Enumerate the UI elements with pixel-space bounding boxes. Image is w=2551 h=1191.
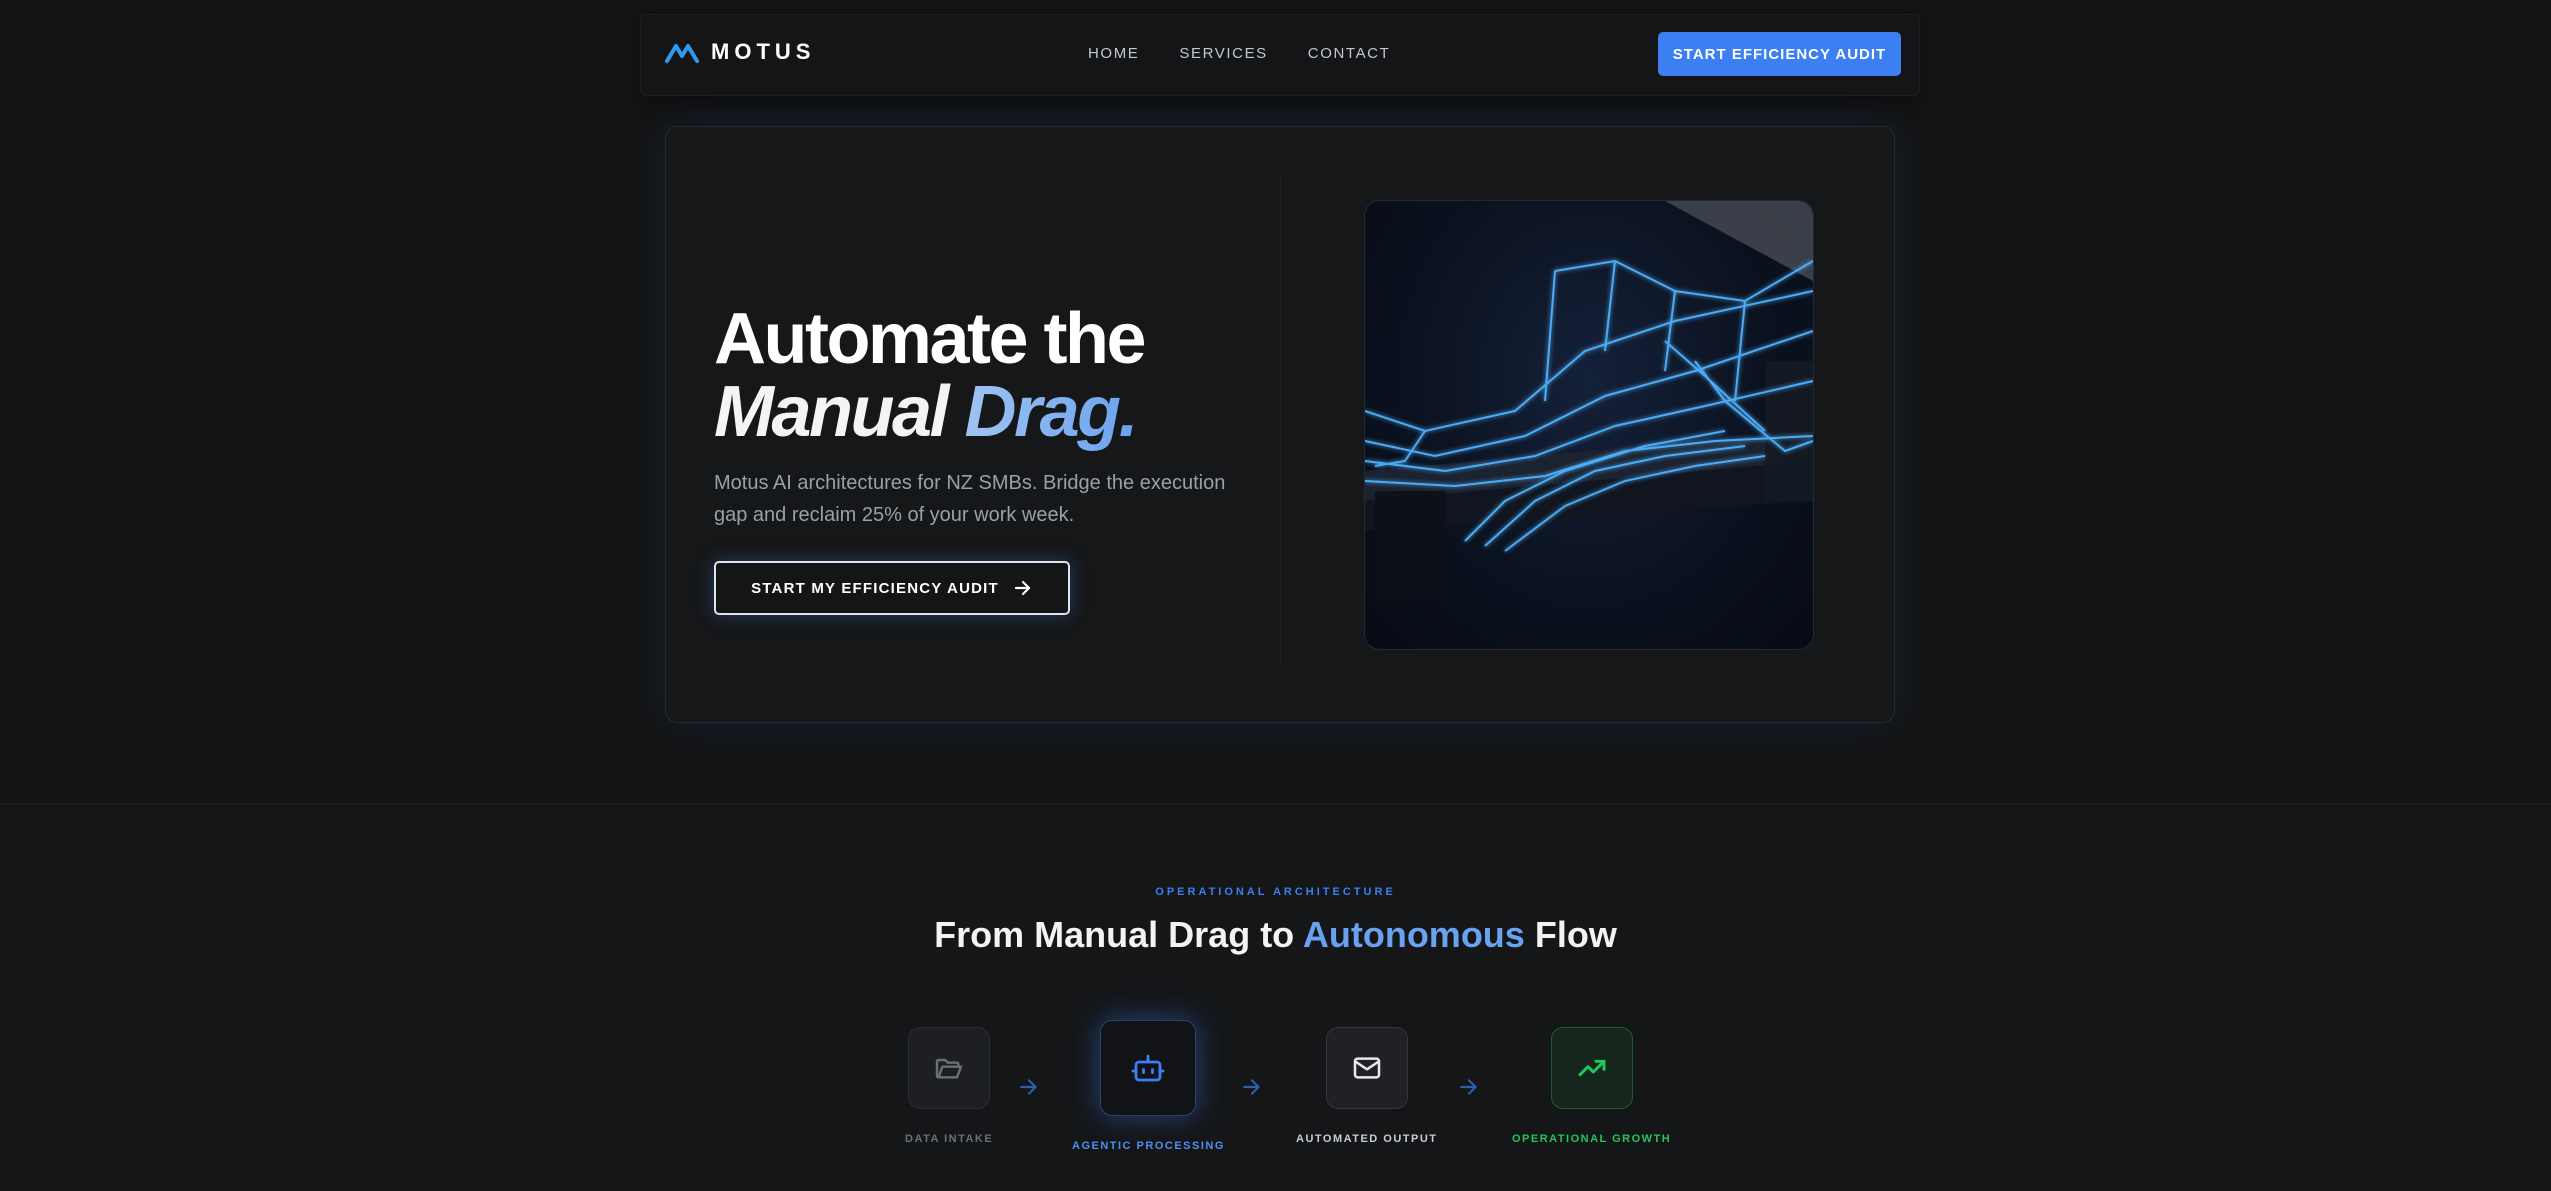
hero-subtext: Motus AI architectures for NZ SMBs. Brid… (714, 472, 1226, 526)
step-box (1550, 1027, 1633, 1109)
brand-name: MOTUS (711, 39, 816, 64)
start-my-efficiency-audit-button[interactable]: START MY EFFICIENCY AUDIT (714, 561, 1070, 615)
step-box (908, 1027, 991, 1109)
arrow-right-icon (1243, 1079, 1260, 1095)
section-title-accent: Autonomous (1302, 914, 1525, 955)
step-label: AGENTIC PROCESSING (1072, 1140, 1225, 1152)
top-navbar: MOTUS HOME SERVICES CONTACT START EFFICI… (640, 14, 1920, 96)
hero-headline-drag: Drag. (964, 372, 1139, 452)
step-label: AUTOMATED OUTPUT (1296, 1133, 1438, 1145)
mail-icon (1353, 1057, 1381, 1079)
step-label: DATA INTAKE (905, 1133, 994, 1145)
start-efficiency-audit-button[interactable]: START EFFICIENCY AUDIT (1658, 32, 1901, 76)
nav-links: HOME SERVICES CONTACT (1088, 45, 1390, 62)
hero-button-label: START MY EFFICIENCY AUDIT (751, 579, 999, 597)
hero-headline: Automate the Manual Drag. (714, 299, 1147, 449)
flow-step-data-intake: DATA INTAKE (905, 1027, 993, 1145)
robot-icon (1132, 1054, 1165, 1082)
motus-logo-icon (665, 44, 699, 63)
flow-step-operational-growth: OPERATIONAL GROWTH (1512, 1027, 1671, 1145)
nav-link-home[interactable]: HOME (1088, 45, 1139, 62)
section-eyebrow: OPERATIONAL ARCHITECTURE (1155, 886, 1396, 898)
hero-divider (1280, 177, 1281, 667)
section-title-part1: From Manual Drag to (934, 914, 1295, 955)
folder-open-icon (935, 1058, 963, 1079)
step-box (1325, 1027, 1408, 1109)
flow-step-automated-output: AUTOMATED OUTPUT (1296, 1027, 1438, 1145)
step-box (1100, 1020, 1197, 1116)
flow-step-agentic-processing: AGENTIC PROCESSING (1072, 1020, 1225, 1152)
neon-wireframe-architecture-image (1364, 200, 1814, 650)
hero-headline-manual: Manual (714, 372, 950, 452)
arrow-right-icon (1020, 1079, 1037, 1095)
hero-card: Automate the Manual Drag. Motus AI archi… (665, 126, 1895, 723)
nav-link-contact[interactable]: CONTACT (1308, 45, 1391, 62)
nav-link-services[interactable]: SERVICES (1179, 45, 1267, 62)
operational-architecture-section: OPERATIONAL ARCHITECTURE From Manual Dra… (0, 803, 2551, 1191)
hero-headline-line2: Manual Drag. (714, 375, 1144, 449)
brand-logo[interactable]: MOTUS (665, 39, 815, 65)
arrow-right-icon (1460, 1079, 1477, 1095)
section-title-part2: Flow (1534, 914, 1617, 955)
step-label: OPERATIONAL GROWTH (1512, 1133, 1672, 1145)
hero-headline-line1: Automate the (714, 299, 1147, 379)
section-title: From Manual Drag to Autonomous Flow (0, 914, 2551, 956)
trending-up-icon (1578, 1059, 1606, 1077)
arrow-right-icon (1014, 580, 1030, 596)
